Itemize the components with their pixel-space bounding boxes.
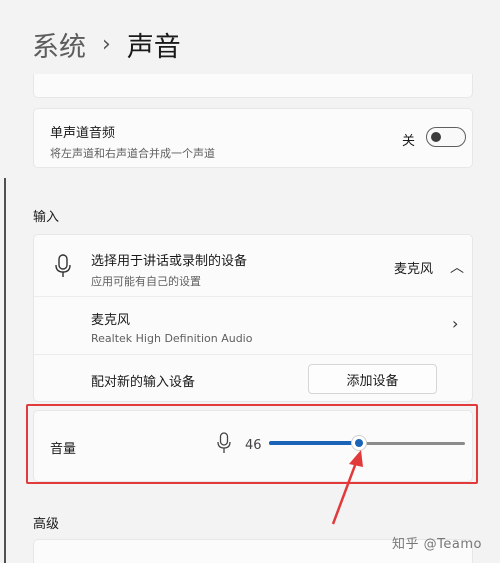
red-arrow-annotation [331, 450, 363, 525]
advanced-section-title: 高级 [33, 517, 60, 532]
pair-input-device-label: 配对新的输入设备 [91, 375, 196, 390]
pair-input-device-row: 配对新的输入设备 添加设备 [34, 355, 472, 403]
input-device-subtitle: 应用可能有自己的设置 [91, 275, 201, 288]
chevron-up-icon[interactable]: ︿ [450, 257, 464, 277]
toggle-knob [431, 132, 441, 142]
mono-audio-text: 单声道音频 将左声道和右声道合并成一个声道 [50, 122, 215, 161]
input-device-text: 选择用于讲话或录制的设备 应用可能有自己的设置 [91, 250, 247, 289]
microphone-device-text: 麦克风 Realtek High Definition Audio [91, 309, 252, 345]
microphone-device-detail: Realtek High Definition Audio [91, 332, 253, 345]
mono-audio-title: 单声道音频 [50, 126, 116, 141]
page-title: 声音 [126, 31, 181, 63]
highlight-annotation-box [26, 404, 478, 484]
mono-audio-toggle[interactable] [426, 127, 466, 147]
chevron-right-icon: › [452, 314, 459, 333]
input-section-title: 输入 [33, 210, 60, 225]
input-device-selector[interactable]: 选择用于讲话或录制的设备 应用可能有自己的设置 麦克风 ︿ [34, 235, 472, 297]
previous-setting-card [33, 74, 473, 98]
add-device-button[interactable]: 添加设备 [308, 364, 437, 394]
microphone-device-item[interactable]: 麦克风 Realtek High Definition Audio › [34, 297, 472, 355]
watermark: 知乎 @Teamo [392, 537, 482, 552]
mono-audio-description: 将左声道和右声道合并成一个声道 [50, 147, 215, 160]
breadcrumb-separator: › [102, 31, 111, 57]
mono-audio-card: 单声道音频 将左声道和右声道合并成一个声道 关 [33, 108, 473, 168]
microphone-icon [55, 254, 71, 277]
breadcrumb-system-link[interactable]: 系统 [32, 25, 86, 64]
breadcrumb: 系统 › 声音 [32, 24, 181, 64]
input-card: 选择用于讲话或录制的设备 应用可能有自己的设置 麦克风 ︿ 麦克风 Realte… [33, 234, 473, 402]
selected-input-device: 麦克风 [394, 262, 434, 277]
input-device-title: 选择用于讲话或录制的设备 [91, 254, 248, 269]
microphone-device-name: 麦克风 [91, 313, 131, 328]
mono-audio-toggle-state: 关 [402, 134, 416, 149]
window-left-edge [4, 178, 6, 563]
